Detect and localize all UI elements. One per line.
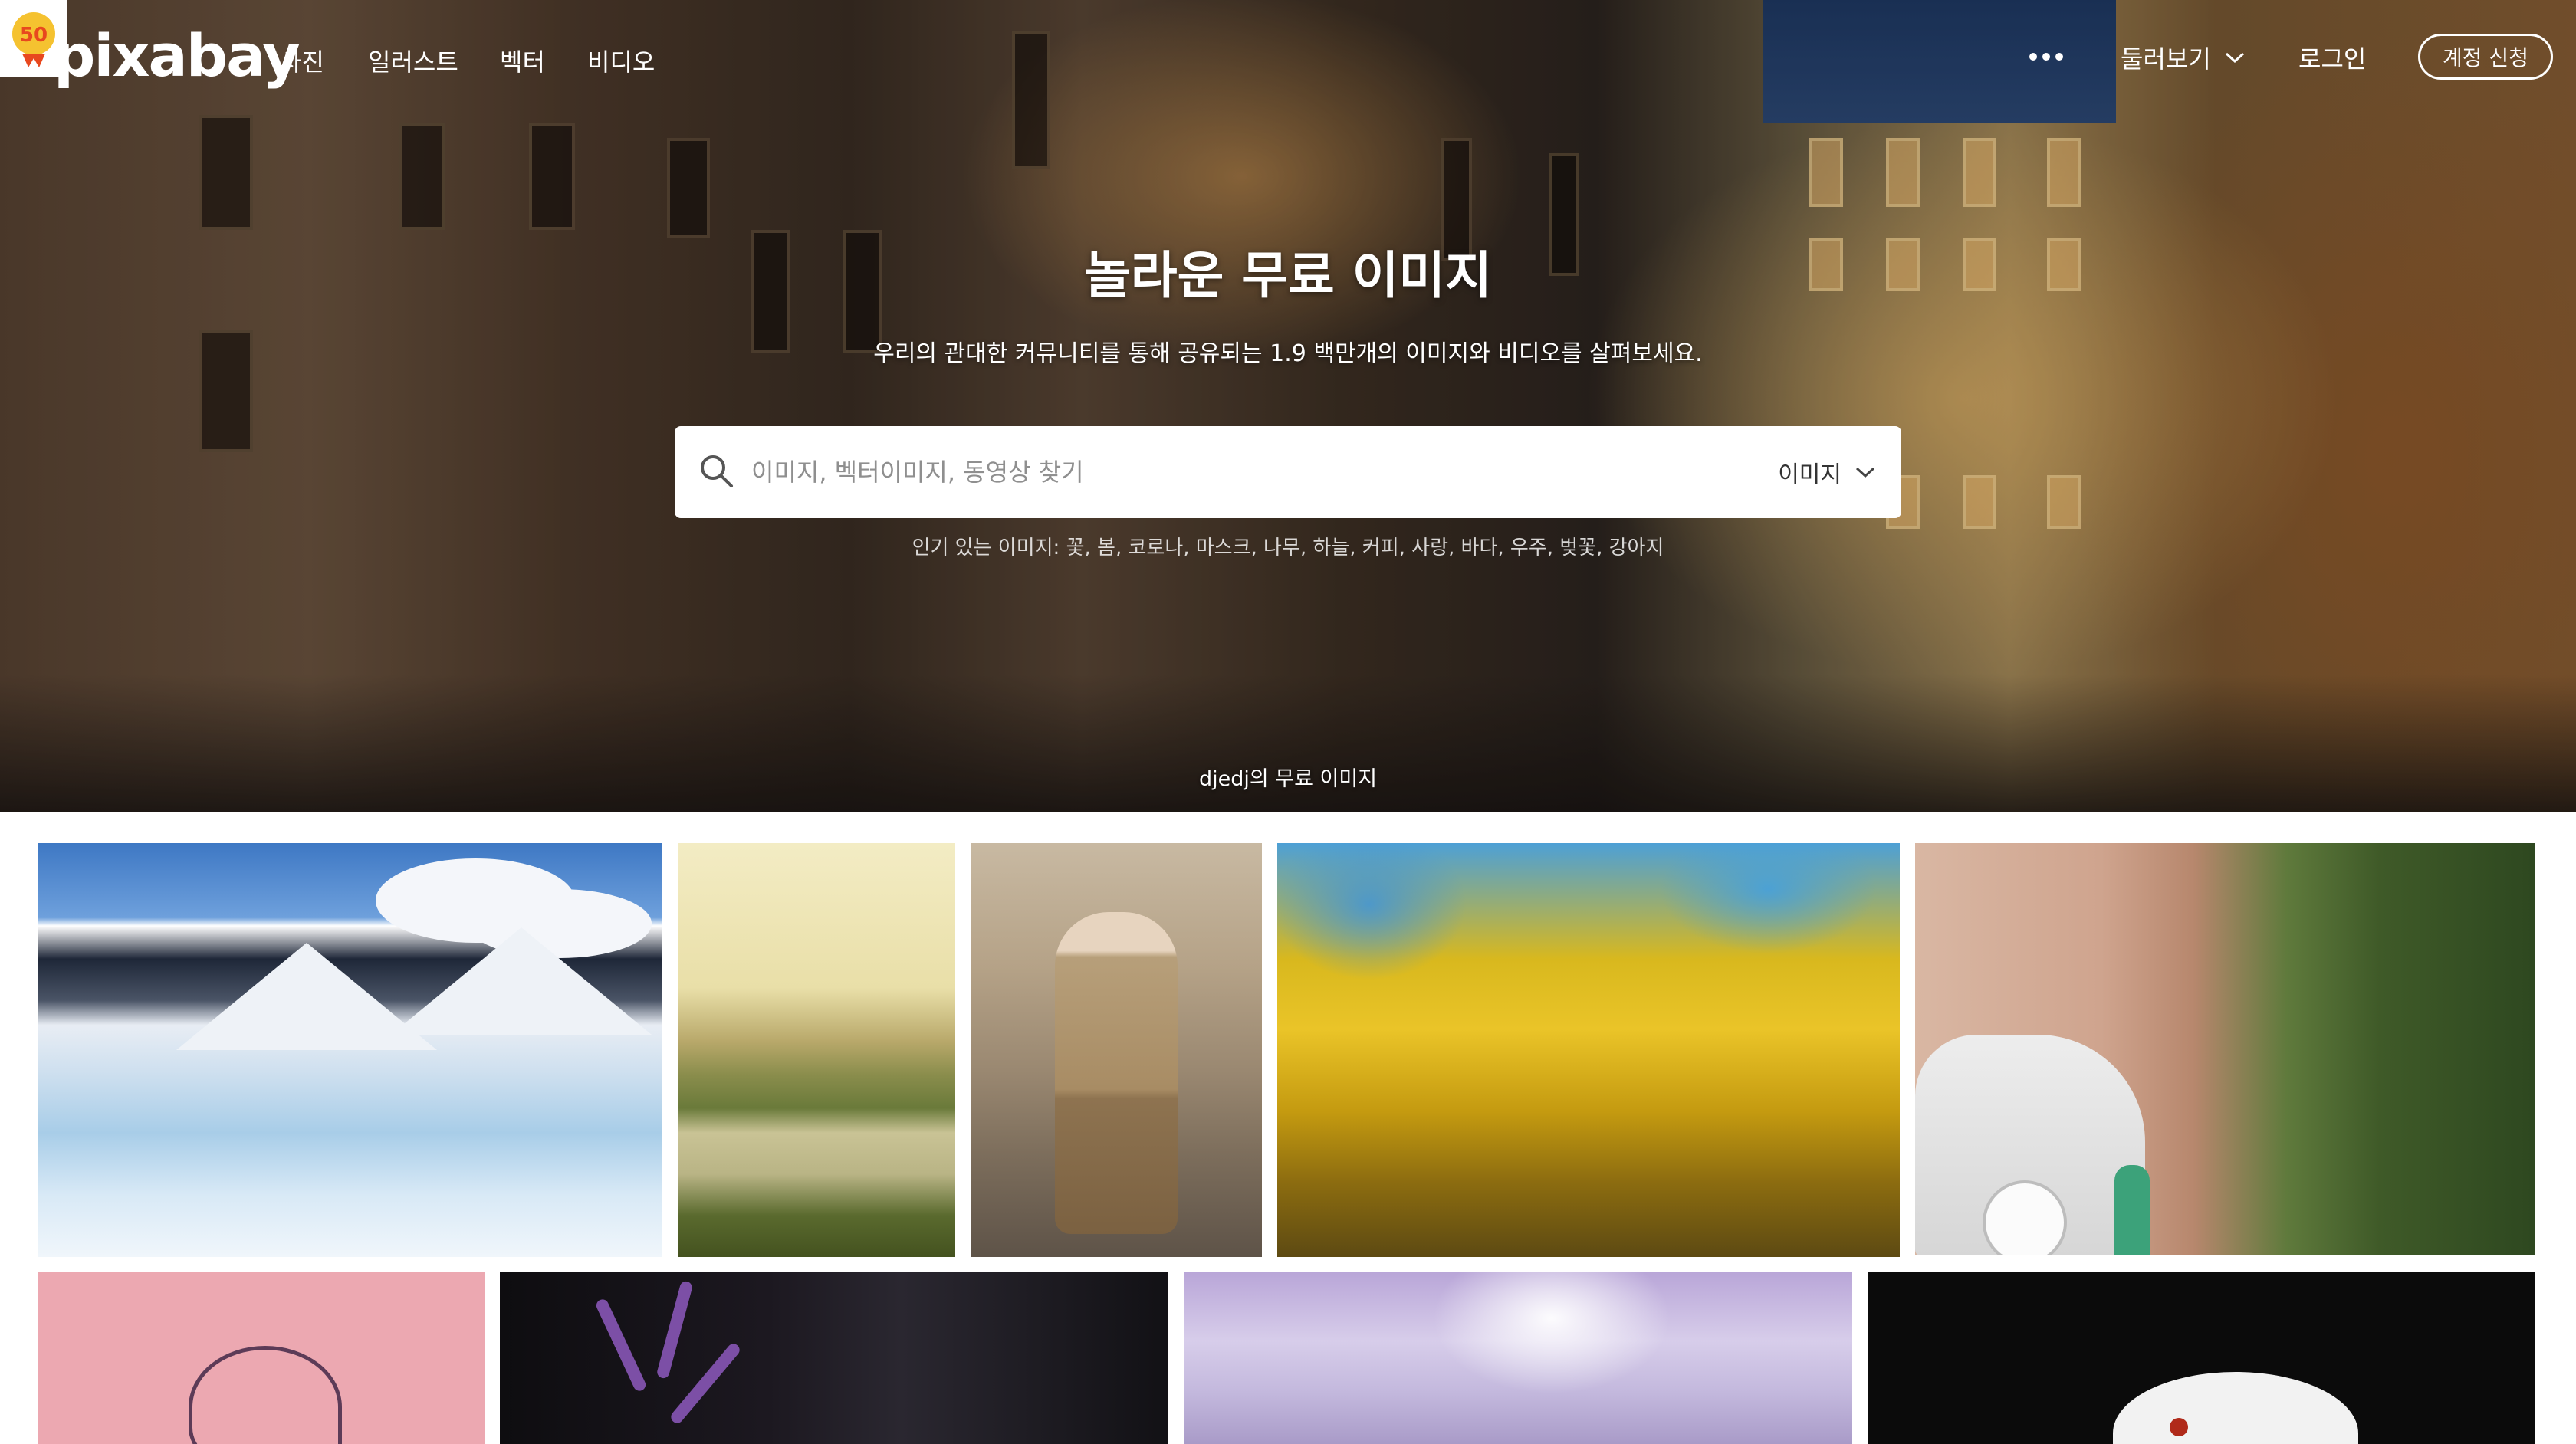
anniversary-badge-icon: 50 <box>12 12 55 67</box>
search-bar: 이미지 <box>675 426 1901 518</box>
person-figure <box>1055 912 1178 1234</box>
petal-shape <box>594 1297 648 1393</box>
popular-searches: 인기 있는 이미지: 꽃, 봄, 코로나, 마스크, 나무, 하늘, 커피, 사… <box>0 532 2576 560</box>
image-tile-bokeh[interactable] <box>1184 1272 1852 1444</box>
image-tile-yellow-flowers[interactable] <box>1277 843 1900 1257</box>
chevron-down-icon <box>1855 467 1875 478</box>
signup-label: 계정 신청 <box>2443 45 2528 71</box>
signup-button[interactable]: 계정 신청 <box>2418 34 2553 80</box>
nav-link-photos[interactable]: 사진 <box>279 43 324 78</box>
petal-shape <box>669 1341 742 1426</box>
bird-eye <box>2170 1418 2188 1436</box>
pixabay-logo[interactable]: pixabay <box>54 21 301 90</box>
image-tile-pink-illustration[interactable] <box>38 1272 485 1444</box>
image-tile-old-man[interactable] <box>971 843 1262 1257</box>
image-tile-bird[interactable] <box>1868 1272 2535 1444</box>
nav-link-videos[interactable]: 비디오 <box>587 43 655 78</box>
logo-badge-text: 50 <box>20 24 48 47</box>
explore-menu[interactable]: 둘러보기 <box>2121 40 2245 75</box>
nav-link-vectors[interactable]: 벡터 <box>500 43 545 78</box>
image-tile-lake[interactable] <box>678 843 955 1257</box>
hero-banner <box>0 0 2576 812</box>
search-type-label: 이미지 <box>1778 461 1842 488</box>
mask-strap <box>2114 1165 2150 1255</box>
chevron-down-icon <box>2225 52 2244 64</box>
hero-credit[interactable]: djedj의 무료 이미지 <box>0 762 2576 792</box>
search-type-dropdown[interactable]: 이미지 <box>1778 455 1875 489</box>
search-input[interactable] <box>751 445 1671 500</box>
hero-overlay <box>0 0 2576 812</box>
login-link[interactable]: 로그인 <box>2298 40 2366 75</box>
logo-text: pixabay <box>54 21 301 90</box>
bird-head <box>2113 1372 2358 1444</box>
search-icon[interactable] <box>698 452 736 491</box>
explore-label: 둘러보기 <box>2121 44 2211 74</box>
mountain-peak <box>391 927 652 1035</box>
image-tile-face-mask[interactable] <box>1915 843 2535 1255</box>
more-horizontal-icon[interactable] <box>2027 48 2065 66</box>
sketch-shape <box>189 1346 342 1444</box>
hero-subtitle: 우리의 관대한 커뮤니티를 통해 공유되는 1.9 백만개의 이미지와 비디오를… <box>873 340 1703 367</box>
popular-terms[interactable]: 꽃, 봄, 코로나, 마스크, 나무, 하늘, 커피, 사랑, 바다, 우주, … <box>1066 537 1664 560</box>
image-tile-glacier[interactable] <box>38 843 662 1257</box>
popular-prefix: 인기 있는 이미지: <box>912 537 1060 560</box>
image-tile-purple-flower[interactable] <box>500 1272 1168 1444</box>
hero-title: 놀라운 무료 이미지 <box>1084 246 1492 305</box>
petal-shape <box>656 1280 694 1380</box>
nav-link-illustrations[interactable]: 일러스트 <box>368 43 458 78</box>
